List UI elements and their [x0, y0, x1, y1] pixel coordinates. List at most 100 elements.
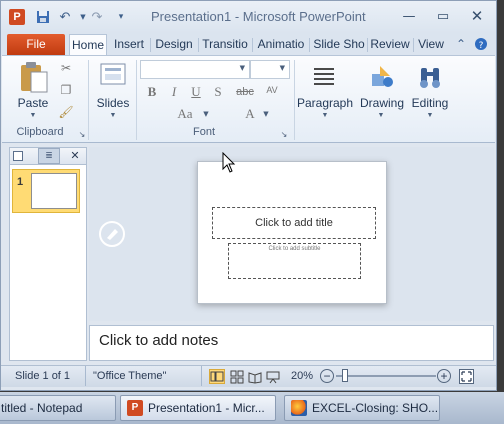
tab-design[interactable]: Design [151, 34, 197, 55]
file-tab[interactable]: File [7, 34, 65, 55]
slide-count-status: Slide 1 of 1 [15, 370, 71, 382]
bold-icon[interactable]: B [144, 84, 160, 100]
title-placeholder[interactable]: Click to add title [212, 207, 376, 239]
zoom-in-icon[interactable]: + [437, 369, 451, 383]
notes-pane[interactable]: Click to add notes [89, 325, 494, 361]
font-launcher-icon[interactable]: ↘ [276, 126, 292, 142]
status-divider [85, 366, 86, 386]
taskbar: titled - Notepad P Presentation1 - Micr..… [0, 392, 504, 424]
slide-zoom-icon[interactable] [98, 220, 126, 248]
slide-show-icon[interactable] [266, 370, 280, 384]
undo-icon[interactable]: ↶ [57, 9, 73, 25]
shadow-icon[interactable]: S [210, 84, 226, 100]
tab-home[interactable]: Home [69, 34, 107, 55]
font-name-combo[interactable]: ▼ [140, 60, 250, 79]
outline-tab-icon[interactable]: ≣ [38, 148, 60, 164]
drawing-icon[interactable] [368, 64, 396, 90]
tab-transitions[interactable]: Transitio [199, 34, 251, 55]
maximize-icon[interactable]: ▭ [429, 7, 457, 25]
subtitle-placeholder[interactable]: Click to add subtitle [228, 243, 361, 279]
minimize-ribbon-icon[interactable]: ⌃ [453, 36, 469, 52]
cut-icon[interactable]: ✂ [58, 60, 74, 76]
zoom-slider-thumb[interactable] [342, 369, 348, 382]
taskbar-item-firefox[interactable]: EXCEL-Closing: SHO... [284, 395, 440, 421]
format-painter-icon[interactable]: 🖌 [58, 104, 74, 120]
help-icon[interactable]: ? [473, 36, 489, 52]
tab-review[interactable]: Review [369, 34, 411, 55]
redo-icon[interactable]: ↷ [89, 9, 105, 25]
tab-slide-show[interactable]: Slide Sho [312, 34, 366, 55]
save-icon[interactable] [35, 9, 51, 25]
zoom-level[interactable]: 20% [291, 370, 313, 382]
slides-dropdown-icon[interactable]: ▼ [106, 112, 120, 119]
font-color-icon[interactable]: A [242, 106, 258, 122]
taskbar-item-label: EXCEL-Closing: SHO... [312, 401, 439, 415]
paragraph-dropdown-icon[interactable]: ▼ [318, 112, 332, 119]
character-spacing-icon[interactable]: AV [262, 82, 282, 98]
drawing-label: Drawing [359, 96, 404, 110]
tab-divider [252, 38, 253, 52]
thumbnail-number: 1 [17, 176, 24, 188]
drawing-button[interactable]: Drawing [356, 96, 408, 110]
slide-thumbnail-1[interactable]: 1 [12, 169, 80, 213]
tab-divider [367, 38, 368, 52]
slides-button[interactable]: Slides [94, 96, 132, 110]
firefox-icon [291, 399, 307, 416]
taskbar-item-powerpoint[interactable]: P Presentation1 - Micr... [120, 395, 276, 421]
tab-divider [309, 38, 310, 52]
paragraph-icon[interactable] [310, 64, 338, 90]
zoom-slider-track[interactable] [336, 375, 436, 377]
notes-placeholder: Click to add notes [99, 332, 219, 349]
change-case-dropdown-icon[interactable]: ▼ [198, 106, 214, 122]
paragraph-button[interactable]: Paragraph [296, 96, 354, 110]
fit-to-window-icon[interactable] [459, 369, 474, 384]
close-pane-icon[interactable]: ✕ [68, 148, 82, 164]
underline-icon[interactable]: U [188, 84, 204, 100]
reading-view-icon[interactable] [248, 370, 262, 384]
zoom-out-icon[interactable]: − [320, 369, 334, 383]
slides-thumbnail-pane: ≣ ✕ 1 [9, 147, 87, 361]
tab-insert[interactable]: Insert [109, 34, 149, 55]
ribbon-tab-row: File Home Insert Design Transitio Animat… [1, 33, 496, 55]
font-color-dropdown-icon[interactable]: ▼ [258, 106, 274, 122]
theme-status[interactable]: "Office Theme" [93, 370, 166, 382]
slides-tab-icon[interactable] [13, 151, 23, 161]
slide-sorter-icon[interactable] [230, 370, 244, 384]
powerpoint-icon: P [127, 399, 143, 416]
font-size-dropdown-icon[interactable]: ▼ [280, 64, 285, 72]
new-slide-icon[interactable] [99, 62, 127, 88]
tab-animations[interactable]: Animatio [254, 34, 308, 55]
title-placeholder-text: Click to add title [255, 217, 333, 229]
copy-icon[interactable]: ❐ [58, 82, 74, 98]
italic-icon[interactable]: I [166, 84, 182, 100]
customize-toolbar-icon[interactable]: ▾ [113, 9, 129, 25]
tab-view[interactable]: View [415, 34, 447, 55]
editing-icon[interactable] [416, 64, 444, 90]
close-icon[interactable]: ✕ [463, 7, 491, 25]
minimize-icon[interactable]: — [395, 7, 423, 25]
drawing-dropdown-icon[interactable]: ▼ [374, 112, 388, 119]
subtitle-placeholder-text: Click to add subtitle [268, 246, 321, 252]
pane-header: ≣ ✕ [10, 148, 86, 165]
paste-button[interactable]: Paste [16, 96, 50, 110]
slide-canvas[interactable]: Click to add title Click to add subtitle [197, 161, 387, 304]
strikethrough-icon[interactable]: abc [234, 84, 256, 100]
editing-button[interactable]: Editing [406, 96, 454, 110]
slides-label: Slides [96, 96, 130, 110]
change-case-icon[interactable]: Aa [174, 106, 196, 122]
status-bar: Slide 1 of 1 "Office Theme" 20% − + [1, 365, 496, 387]
editing-dropdown-icon[interactable]: ▼ [423, 112, 437, 119]
paste-icon[interactable] [18, 60, 50, 94]
svg-text:?: ? [479, 41, 484, 51]
paste-dropdown-icon[interactable]: ▼ [26, 112, 40, 119]
thumbnail-preview [31, 173, 77, 209]
title-bar: P ↶ ▼ ↷ ▾ Presentation1 - Microsoft Powe… [1, 1, 496, 33]
ribbon: Paste ▼ ✂ ❐ 🖌 Clipboard ↘ Slides ▼ ▼ ▼ B… [2, 55, 495, 143]
font-name-dropdown-icon[interactable]: ▼ [240, 64, 245, 72]
editing-label: Editing [411, 96, 449, 110]
taskbar-item-label: titled - Notepad [1, 401, 83, 415]
powerpoint-app-icon[interactable]: P [9, 9, 25, 25]
taskbar-item-notepad[interactable]: titled - Notepad [0, 395, 116, 421]
normal-view-icon[interactable] [209, 369, 225, 384]
font-size-combo[interactable]: ▼ [250, 60, 290, 79]
